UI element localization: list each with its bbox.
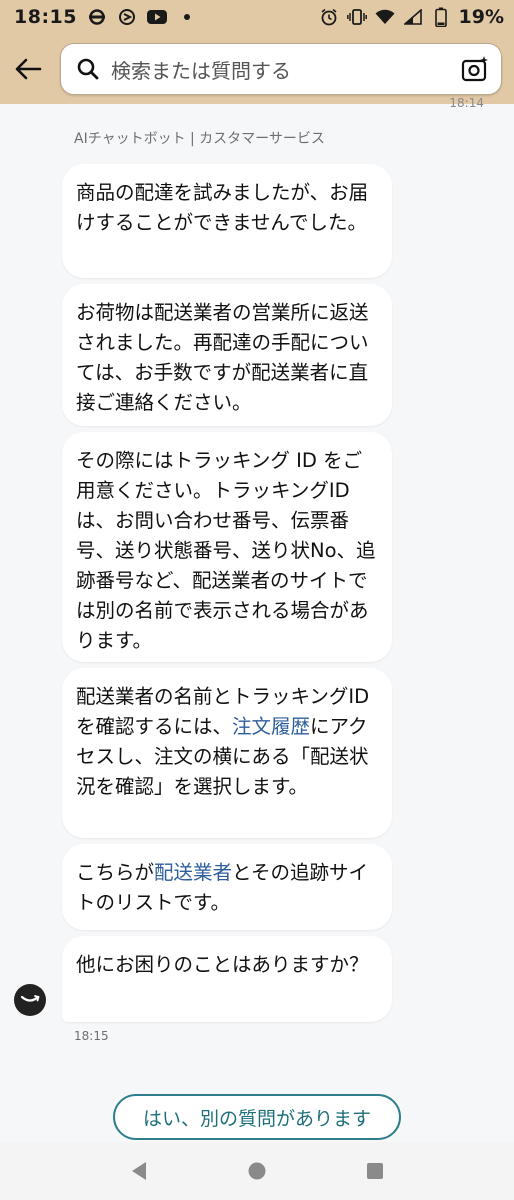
carrier-link[interactable]: 配送業者 [154,861,232,884]
chat-message: その際にはトラッキング ID をご用意ください。トラッキングIDは、お問い合わせ… [62,432,392,662]
underground-icon [87,7,107,27]
status-bar: 18:15 19% [0,0,514,34]
previous-message-time: 18:14 [449,96,484,110]
vibrate-icon [346,7,367,27]
chat-area[interactable]: 18:14 AIチャットボット | カスタマーサービス 商品の配達を試みましたが… [0,96,514,1142]
circle-home-icon [248,1162,266,1180]
youtube-icon [146,7,167,27]
status-time: 18:15 [14,6,77,28]
message-text: その際にはトラッキング ID をご用意ください。トラッキングIDは、お問い合わせ… [76,449,376,652]
camera-search-icon[interactable] [459,53,491,85]
chat-message: お荷物は配送業者の営業所に返送されました。再配達の手配については、お手数ですが配… [62,284,392,426]
chat-message: 他にお困りのことはありますか？ [62,936,392,1022]
battery-percentage: 19% [458,6,504,28]
chat-message: 配送業者の名前とトラッキングIDを確認するには、注文履歴にアクセスし、注文の横に… [62,668,392,838]
chat-message: こちらが配送業者とその追跡サイトのリストです。 [62,844,392,930]
dot-icon [177,7,197,27]
message-text: お荷物は配送業者の営業所に返送されました。再配達の手配については、お手数ですが配… [76,301,369,414]
amazon-smile-icon [20,995,40,1002]
app-icon [117,7,137,27]
chat-message: 商品の配達を試みましたが、お届けすることができませんでした。 [62,164,392,278]
square-recents-icon [367,1163,383,1179]
alarm-icon [319,7,339,27]
message-time: 18:15 [74,1029,109,1043]
triangle-back-icon [132,1162,146,1180]
signal-icon [403,7,423,27]
message-text-before: こちらが [76,861,155,884]
bot-label: AIチャットボット | カスタマーサービス [74,131,325,147]
wifi-icon [375,7,395,27]
nav-recents-button[interactable] [360,1156,390,1186]
bot-avatar [14,984,46,1016]
back-arrow-icon [15,58,42,80]
battery-icon [431,7,451,27]
order-history-link[interactable]: 注文履歴 [232,715,310,738]
nav-home-button[interactable] [242,1156,272,1186]
system-nav-bar [0,1142,514,1200]
search-icon [75,56,101,82]
back-button[interactable] [10,51,46,87]
nav-back-button[interactable] [124,1156,154,1186]
search-placeholder: 検索または質問する [111,58,291,83]
message-text: 他にお困りのことはありますか？ [76,953,369,976]
search-input[interactable]: 検索または質問する [60,43,502,95]
quick-reply-button[interactable]: はい、別の質問があります [113,1094,401,1140]
header: 検索または質問する [0,34,514,104]
message-text: 商品の配達を試みましたが、お届けすることができませんでした。 [76,181,369,234]
